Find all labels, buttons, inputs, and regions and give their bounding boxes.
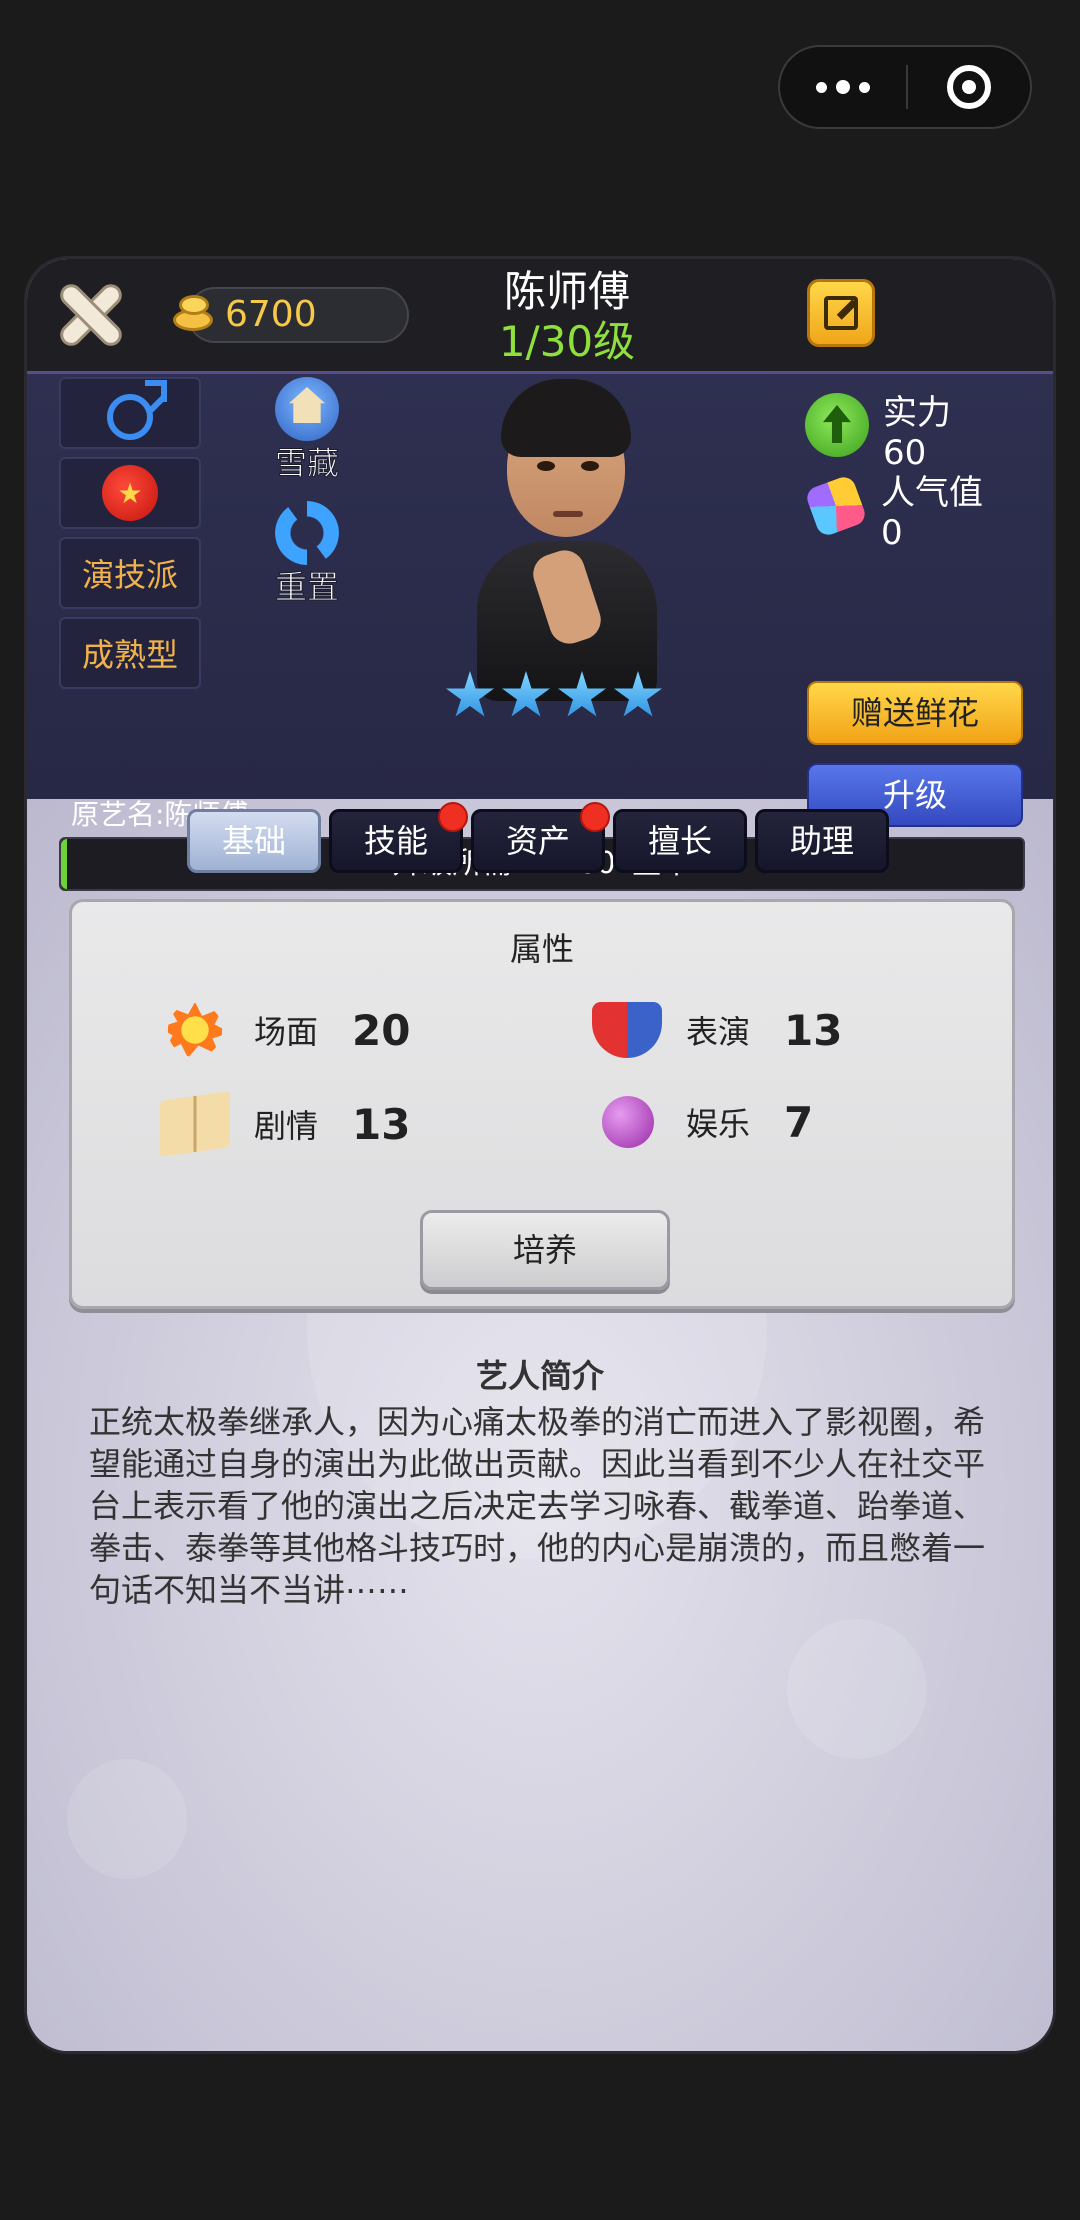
strength-value: 60 (883, 433, 927, 473)
background-decoration (67, 1759, 187, 1879)
drama-mask-icon (592, 1002, 662, 1058)
star-rating (445, 671, 663, 721)
coin-value: 6700 (225, 294, 317, 335)
star-icon (502, 671, 550, 717)
attribute-label: 表演 (686, 1013, 751, 1051)
avatar-hair (501, 379, 631, 457)
tab-label: 技能 (363, 822, 428, 860)
type-tag: 成熟型 (59, 617, 201, 689)
intro-text: 正统太极拳继承人，因为心痛太极拳的消亡而进入了影视圈，希望能通过自身的演出为此做… (89, 1403, 986, 1609)
background-decoration (787, 1619, 927, 1759)
tab-label: 助理 (789, 822, 854, 860)
attribute-value: 7 (784, 1097, 814, 1147)
explosion-icon (160, 1002, 230, 1058)
tab-label: 基础 (221, 822, 286, 860)
tab-assets[interactable]: 资产 (471, 802, 610, 873)
artist-panel: 6700 陈师傅 1/30级 ★ 演技派 成熟型 雪藏 重置 实力 60 人气值… (24, 256, 1056, 2054)
style-tag-label: 演技派 (81, 556, 178, 594)
attribute-value: 13 (784, 1005, 843, 1055)
edit-icon (824, 296, 858, 330)
star-icon (558, 671, 606, 717)
house-icon (275, 377, 339, 441)
close-icon[interactable] (57, 281, 125, 349)
tab-label: 资产 (505, 822, 570, 860)
china-flag-icon: ★ (102, 465, 158, 521)
reset-button[interactable]: 重置 (255, 501, 359, 609)
avatar-eye (581, 461, 599, 471)
male-icon (107, 380, 167, 440)
gender-tag (59, 377, 201, 449)
edit-button[interactable] (807, 279, 875, 347)
popularity-value: 0 (881, 513, 903, 553)
notification-badge (438, 802, 468, 832)
freeze-label: 雪藏 (274, 444, 339, 483)
attributes-title: 属性 (509, 930, 574, 968)
tab-specialty[interactable]: 擅长 (613, 809, 747, 873)
star-icon (614, 671, 662, 717)
attribute-label: 剧情 (254, 1107, 319, 1145)
type-tag-label: 成熟型 (81, 636, 178, 674)
intro-title: 艺人简介 (475, 1357, 604, 1395)
strength-stat: 实力 60 (805, 393, 951, 473)
attribute-spectacle: 场面 20 (160, 1002, 410, 1058)
attribute-acting: 表演 13 (592, 1002, 842, 1058)
artist-avatar (457, 371, 677, 701)
party-popper-icon (803, 473, 869, 539)
attribute-value: 13 (352, 1099, 411, 1149)
tab-skills[interactable]: 技能 (329, 802, 468, 873)
attributes-card: 属性 场面 20 表演 13 剧情 13 娱乐 7 培养 (69, 899, 1015, 1309)
train-button[interactable]: 培养 (420, 1210, 670, 1290)
tab-basic[interactable]: 基础 (187, 809, 321, 873)
attribute-label: 娱乐 (686, 1105, 751, 1143)
target-close-icon[interactable] (908, 47, 1030, 127)
tab-assistant[interactable]: 助理 (755, 809, 889, 873)
tab-label: 擅长 (647, 822, 712, 860)
freeze-button[interactable]: 雪藏 (255, 377, 359, 485)
reset-label: 重置 (274, 568, 339, 607)
gold-coins-icon (169, 289, 217, 335)
disco-ball-icon (602, 1096, 654, 1148)
attribute-plot: 剧情 13 (160, 1091, 411, 1157)
tab-bar: 基础 技能 资产 擅长 助理 (187, 802, 889, 873)
popularity-label: 人气值 (881, 473, 983, 513)
avatar-eye (537, 461, 555, 471)
strength-up-icon (805, 393, 869, 457)
book-icon (160, 1091, 230, 1157)
popularity-stat: 人气值 0 (803, 473, 983, 553)
mini-program-capsule (778, 45, 1032, 129)
star-icon (446, 671, 494, 717)
send-flowers-button[interactable]: 赠送鲜花 (807, 681, 1023, 745)
style-tag: 演技派 (59, 537, 201, 609)
top-bar: 6700 陈师傅 1/30级 (27, 259, 1053, 371)
more-dots-icon[interactable] (780, 47, 906, 127)
attribute-label: 场面 (254, 1013, 319, 1051)
avatar-mouth (553, 511, 583, 517)
attribute-value: 20 (352, 1005, 411, 1055)
reset-icon (275, 501, 339, 565)
notification-badge (580, 802, 610, 832)
strength-label: 实力 (883, 393, 951, 433)
profile-hero: ★ 演技派 成熟型 雪藏 重置 实力 60 人气值 0 赠送鲜花 升级 原艺名:… (27, 371, 1053, 891)
attribute-entertainment: 娱乐 7 (592, 1096, 813, 1148)
artist-name: 陈师傅 (503, 267, 630, 316)
nationality-tag: ★ (59, 457, 201, 529)
artist-level: 1/30级 (498, 317, 636, 366)
